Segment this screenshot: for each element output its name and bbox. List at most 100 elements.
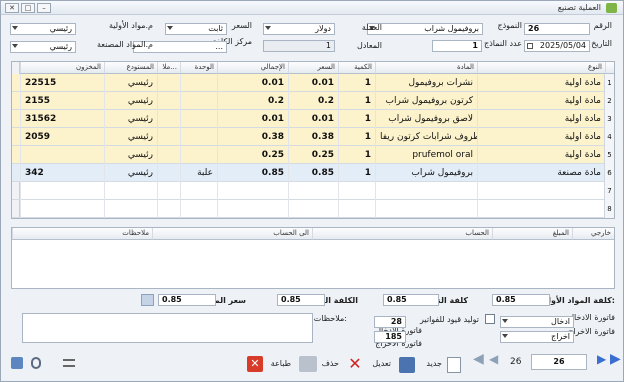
minimize-button[interactable]: – xyxy=(37,3,51,13)
final-cost-field[interactable]: 0.85 xyxy=(277,294,325,306)
cell-qty[interactable] xyxy=(338,182,375,200)
cell-type[interactable]: مادة مصنعة xyxy=(477,164,605,182)
cell-store[interactable]: رئيسي xyxy=(104,164,157,182)
save-icon[interactable] xyxy=(399,357,415,373)
cell-note[interactable] xyxy=(157,182,180,200)
close-form-icon[interactable]: ✕ xyxy=(247,356,263,372)
cell-price[interactable]: 0.2 xyxy=(288,92,338,110)
cell-store[interactable]: رئيسي xyxy=(104,110,157,128)
mfg-cost-field[interactable]: 0.85 xyxy=(383,294,439,306)
cell-note[interactable] xyxy=(157,200,180,218)
cell-stock[interactable] xyxy=(20,146,104,164)
row-number[interactable]: 7 xyxy=(604,182,614,200)
col-header-account[interactable]: الحساب xyxy=(312,228,492,240)
cell-stock[interactable]: 2155 xyxy=(20,92,104,110)
row-number[interactable]: 6 xyxy=(604,164,614,182)
table-row[interactable]: مادة مصنعة بروفيمول شراب 1 0.85 0.85 علبة رئيس… xyxy=(12,164,614,182)
cell-note[interactable] xyxy=(157,128,180,146)
cell-store[interactable]: رئيسي xyxy=(104,146,157,164)
row-number[interactable]: 1 xyxy=(604,74,614,92)
raw-cost-field[interactable]: 0.85 xyxy=(492,294,550,306)
first-record-icon[interactable]: ◀ xyxy=(473,352,485,366)
cell-type[interactable]: مادة اولية xyxy=(477,146,605,164)
cell-type[interactable] xyxy=(477,200,605,218)
cell-type[interactable] xyxy=(477,182,605,200)
cell-price[interactable]: 0.25 xyxy=(288,146,338,164)
cell-total[interactable] xyxy=(217,182,288,200)
out-invoice-select[interactable]: اخراج xyxy=(500,331,574,343)
edit-button[interactable]: تعديل xyxy=(372,359,391,368)
number-field[interactable]: 26 xyxy=(524,23,590,35)
cell-unit[interactable]: علبة xyxy=(180,164,217,182)
cell-qty[interactable] xyxy=(338,200,375,218)
col-header-type[interactable]: النوع xyxy=(477,62,605,74)
cell-item[interactable]: بروفيمول شراب xyxy=(375,164,477,182)
menu-icon[interactable] xyxy=(63,359,75,367)
printer-icon[interactable] xyxy=(299,356,317,372)
notes-textarea[interactable] xyxy=(22,313,313,343)
table-row[interactable]: مادة اولية prufemol oral 1 0.25 0.25 رئيسي 5 xyxy=(12,146,614,164)
cell-unit[interactable] xyxy=(180,200,217,218)
table-row[interactable]: مادة اولية كرتون بروفيمول شراب 1 0.2 0.2 رئيس… xyxy=(12,92,614,110)
cell-unit[interactable] xyxy=(180,146,217,164)
cell-unit[interactable] xyxy=(180,128,217,146)
out-number-field[interactable]: 185 xyxy=(374,331,406,343)
row-number[interactable]: 2 xyxy=(604,92,614,110)
new-document-icon[interactable] xyxy=(447,357,461,373)
record-input[interactable]: 26 xyxy=(531,354,587,370)
col-header-store[interactable]: المستودع xyxy=(104,62,157,74)
form-count-field[interactable]: 1 xyxy=(432,40,482,52)
col-header-unit[interactable]: الوحدة xyxy=(180,62,217,74)
cell-note[interactable] xyxy=(157,164,180,182)
cell-note[interactable] xyxy=(157,110,180,128)
cell-item[interactable]: نشرات بروفيمول xyxy=(375,74,477,92)
cell-total[interactable]: 0.25 xyxy=(217,146,288,164)
cell-note[interactable] xyxy=(157,146,180,164)
attachment-icon[interactable] xyxy=(31,357,41,369)
cell-total[interactable]: 0.38 xyxy=(217,128,288,146)
cell-qty[interactable]: 1 xyxy=(338,110,375,128)
cell-total[interactable]: 0.2 xyxy=(217,92,288,110)
cell-price[interactable]: 0.01 xyxy=(288,110,338,128)
cell-unit[interactable] xyxy=(180,74,217,92)
col-header-qty[interactable]: الكمية xyxy=(338,62,375,74)
col-header-price[interactable]: السعر xyxy=(288,62,338,74)
print-button[interactable]: طباعة xyxy=(271,359,291,368)
cell-price[interactable] xyxy=(288,182,338,200)
settings-icon[interactable] xyxy=(11,357,23,369)
prev-record-icon[interactable]: ◀ xyxy=(489,352,501,366)
next-record-icon[interactable]: ▶ xyxy=(597,352,609,366)
cell-item[interactable]: لاصق بروفيمول شراب xyxy=(375,110,477,128)
col-header-item[interactable]: المادة xyxy=(375,62,477,74)
table-row[interactable]: مادة اولية لاصق بروفيمول شراب 1 0.01 0.01 رئي… xyxy=(12,110,614,128)
col-header-to-account[interactable]: الى الحساب xyxy=(152,228,312,240)
cell-unit[interactable] xyxy=(180,92,217,110)
delete-button[interactable]: حذف xyxy=(322,359,339,368)
table-row[interactable]: مادة اولية طروف شرابات كرتون ريفا 1 0.38 0.3… xyxy=(12,128,614,146)
cell-stock[interactable]: 2059 xyxy=(20,128,104,146)
cell-note[interactable] xyxy=(157,92,180,110)
in-number-field[interactable]: 28 xyxy=(374,316,406,328)
cell-stock[interactable] xyxy=(20,182,104,200)
cell-total[interactable]: 0.85 xyxy=(217,164,288,182)
made-store-select[interactable]: رئيسي xyxy=(10,41,76,53)
cell-stock[interactable]: 342 xyxy=(20,164,104,182)
cell-price[interactable] xyxy=(288,200,338,218)
cell-item[interactable]: طروف شرابات كرتون ريفا xyxy=(375,128,477,146)
cell-item[interactable] xyxy=(375,182,477,200)
cell-store[interactable]: رئيسي xyxy=(104,128,157,146)
cell-item[interactable]: prufemol oral xyxy=(375,146,477,164)
raw-store-select[interactable]: رئيسي xyxy=(10,23,76,35)
close-button[interactable]: ✕ xyxy=(5,3,19,13)
cell-type[interactable]: مادة اولية xyxy=(477,92,605,110)
cell-store[interactable]: رئيسي xyxy=(104,74,157,92)
col-header-notes[interactable]: ملا... xyxy=(157,62,180,74)
calculator-icon[interactable] xyxy=(141,294,154,306)
cell-type[interactable]: مادة اولية xyxy=(477,110,605,128)
new-button[interactable]: جديد xyxy=(426,359,442,368)
delete-icon[interactable]: ✕ xyxy=(347,356,363,372)
col-header-remarks[interactable]: ملاحظات xyxy=(12,228,152,240)
cell-store[interactable]: رئيسي xyxy=(104,92,157,110)
cell-price[interactable]: 0.85 xyxy=(288,164,338,182)
date-field[interactable]: 2025/05/04 xyxy=(524,40,590,52)
